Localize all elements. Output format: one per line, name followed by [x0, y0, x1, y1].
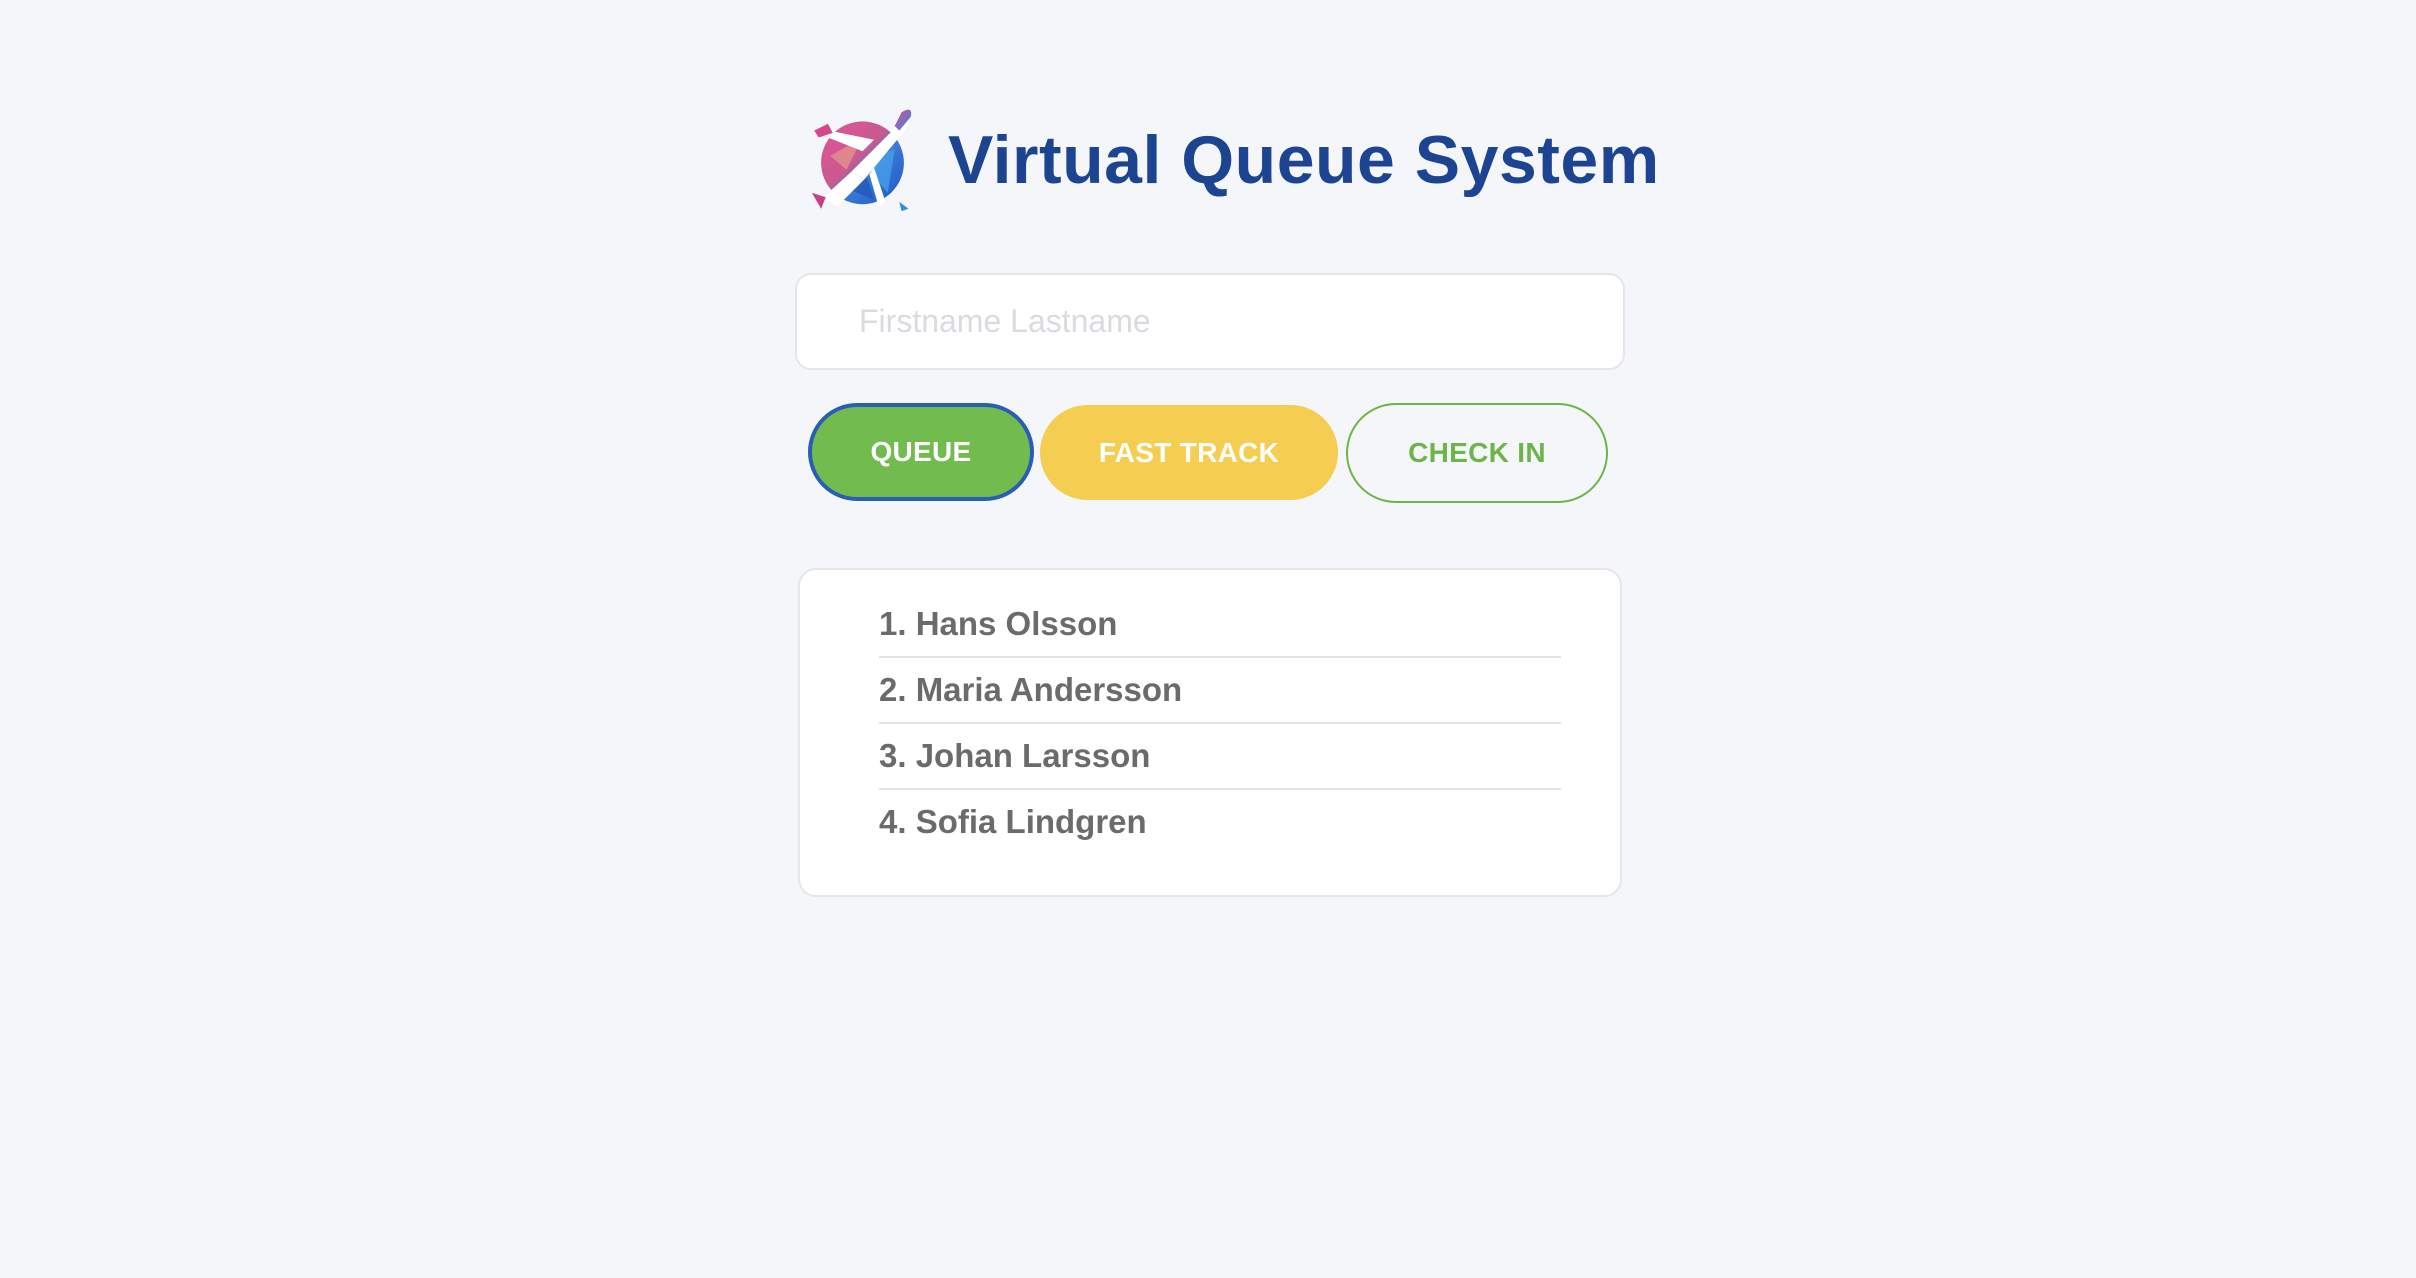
page-title: Virtual Queue System: [948, 122, 1660, 198]
queue-list-item: 2. Maria Andersson: [879, 658, 1561, 724]
queue-list-item: 3. Johan Larsson: [879, 724, 1561, 790]
airplane-logo-icon: [811, 109, 912, 211]
app-header: Virtual Queue System: [805, 100, 1660, 220]
check-in-button[interactable]: CHECK IN: [1346, 403, 1608, 503]
queue-list-item: 4. Sofia Lindgren: [879, 803, 1147, 840]
queue-button[interactable]: QUEUE: [808, 403, 1034, 501]
name-input[interactable]: [795, 273, 1625, 370]
queue-list-item: 1. Hans Olsson: [879, 592, 1561, 658]
queue-list: 1. Hans Olsson 2. Maria Andersson 3. Joh…: [879, 592, 1561, 854]
queue-list-card: 1. Hans Olsson 2. Maria Andersson 3. Joh…: [798, 568, 1622, 897]
fast-track-button[interactable]: FAST TRACK: [1040, 405, 1338, 500]
